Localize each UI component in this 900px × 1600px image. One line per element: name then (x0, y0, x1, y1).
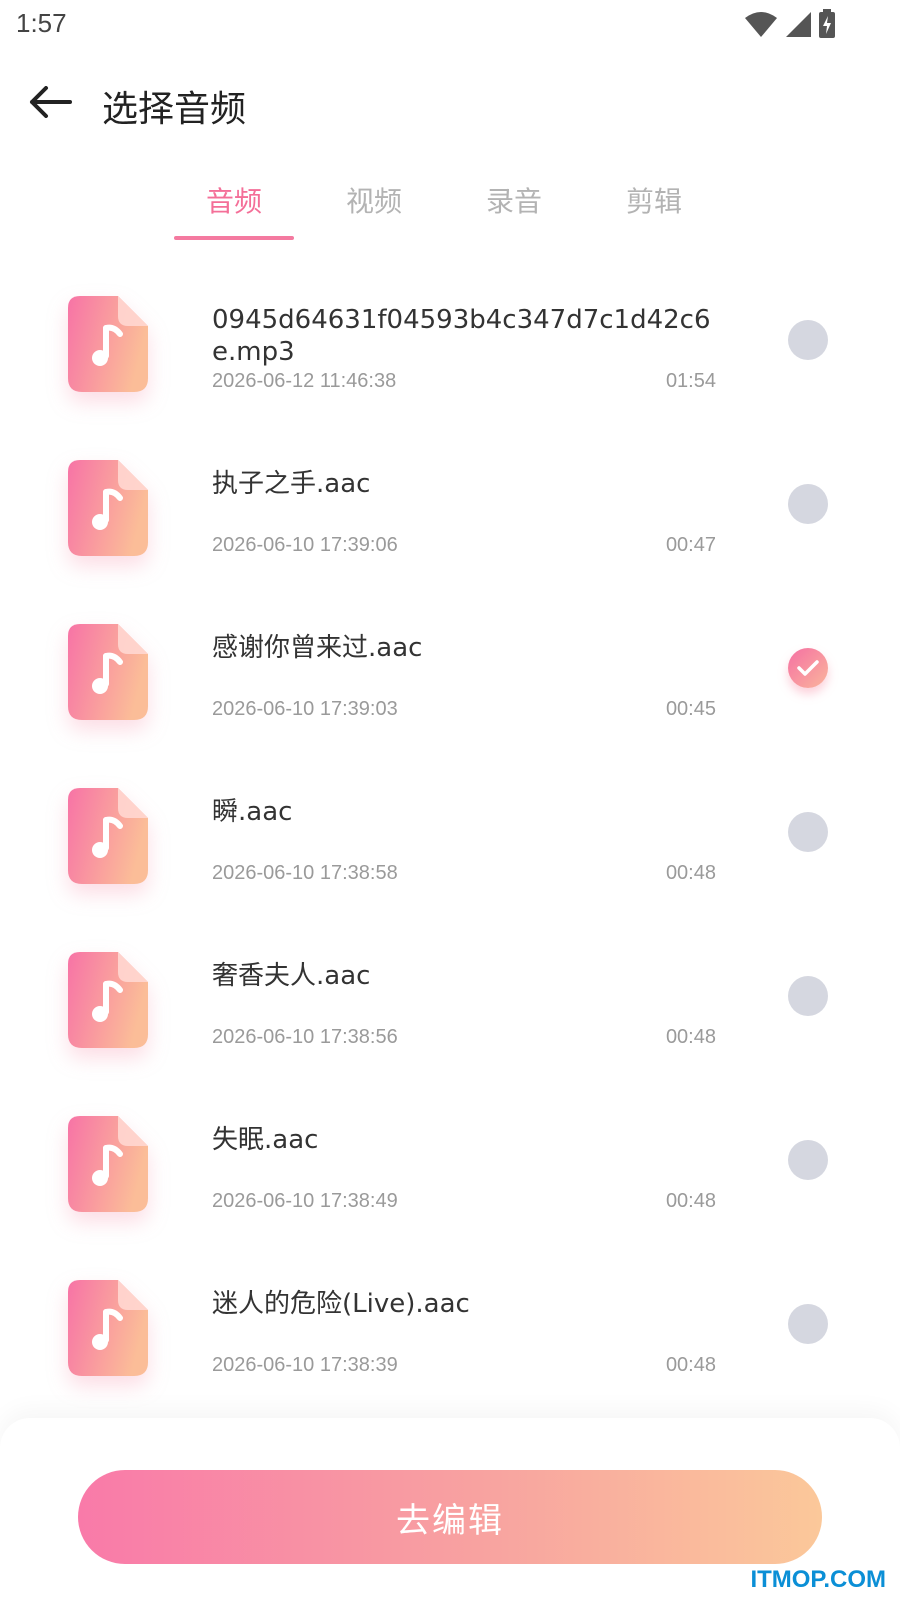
list-item[interactable]: 失眠.aac 2026-06-10 17:38:49 00:48 (0, 1092, 900, 1256)
watermark: ITMOP.COM (750, 1566, 886, 1593)
file-date: 2026-06-10 17:39:06 (212, 534, 398, 556)
list-item[interactable]: 奢香夫人.aac 2026-06-10 17:38:56 00:48 (0, 928, 900, 1092)
check-icon (797, 660, 819, 676)
tab-indicator (174, 236, 294, 240)
status-icons (744, 9, 836, 39)
select-radio-checked[interactable] (788, 648, 828, 688)
file-name: 瞬.aac (212, 797, 293, 827)
file-duration: 00:47 (665, 534, 716, 556)
file-duration: 00:48 (665, 1354, 716, 1376)
tab-video[interactable]: 视频 (314, 180, 434, 220)
music-file-icon (68, 788, 148, 884)
arrow-left-icon (30, 86, 72, 118)
file-list: 0945d64631f04593b4c347d7c1d42c6e.mp3 202… (0, 272, 900, 1420)
file-date: 2026-06-10 17:38:39 (212, 1354, 398, 1376)
file-name: 迷人的危险(Live).aac (212, 1289, 470, 1319)
status-time: 1:57 (16, 8, 67, 38)
music-file-icon (68, 624, 148, 720)
file-duration: 00:48 (665, 1026, 716, 1048)
wifi-icon (745, 12, 777, 37)
list-item[interactable]: 瞬.aac 2026-06-10 17:38:58 00:48 (0, 764, 900, 928)
header: 选择音频 (0, 58, 900, 148)
tab-bar: 音频 视频 录音 剪辑 (0, 170, 900, 250)
file-date: 2026-06-10 17:39:03 (212, 698, 398, 720)
file-name: 失眠.aac (212, 1125, 319, 1155)
file-name: 0945d64631f04593b4c347d7c1d42c6e.mp3 (212, 305, 711, 367)
music-file-icon (68, 296, 148, 392)
file-duration: 00:48 (665, 862, 716, 884)
file-date: 2026-06-10 17:38:56 (212, 1026, 398, 1048)
music-file-icon (68, 460, 148, 556)
tab-clips[interactable]: 剪辑 (594, 180, 714, 220)
file-name: 感谢你曾来过.aac (212, 633, 423, 663)
file-duration: 00:48 (665, 1190, 716, 1212)
select-radio[interactable] (788, 976, 828, 1016)
select-radio[interactable] (788, 320, 828, 360)
battery-icon (819, 9, 835, 38)
signal-icon (786, 12, 811, 37)
select-radio[interactable] (788, 1140, 828, 1180)
file-name: 奢香夫人.aac (212, 961, 371, 991)
select-radio[interactable] (788, 1304, 828, 1344)
file-name: 执子之手.aac (212, 469, 371, 499)
tab-recording[interactable]: 录音 (454, 180, 574, 220)
file-date: 2026-06-12 11:46:38 (212, 370, 397, 392)
list-item[interactable]: 感谢你曾来过.aac 2026-06-10 17:39:03 00:45 (0, 600, 900, 764)
select-radio[interactable] (788, 484, 828, 524)
file-date: 2026-06-10 17:38:58 (212, 862, 398, 884)
file-duration: 00:45 (665, 698, 716, 720)
file-date: 2026-06-10 17:38:49 (212, 1190, 398, 1212)
list-item[interactable]: 执子之手.aac 2026-06-10 17:39:06 00:47 (0, 436, 900, 600)
list-item[interactable]: 迷人的危险(Live).aac 2026-06-10 17:38:39 00:4… (0, 1256, 900, 1420)
back-button[interactable] (22, 74, 78, 130)
music-file-icon (68, 1280, 148, 1376)
page-title: 选择音频 (102, 89, 247, 130)
status-bar: 1:57 (0, 0, 900, 48)
music-file-icon (68, 952, 148, 1048)
select-radio[interactable] (788, 812, 828, 852)
file-duration: 01:54 (665, 370, 716, 392)
go-edit-button[interactable]: 去编辑 (78, 1470, 822, 1564)
music-file-icon (68, 1116, 148, 1212)
tab-audio[interactable]: 音频 (174, 180, 294, 220)
list-item[interactable]: 0945d64631f04593b4c347d7c1d42c6e.mp3 202… (0, 272, 900, 436)
